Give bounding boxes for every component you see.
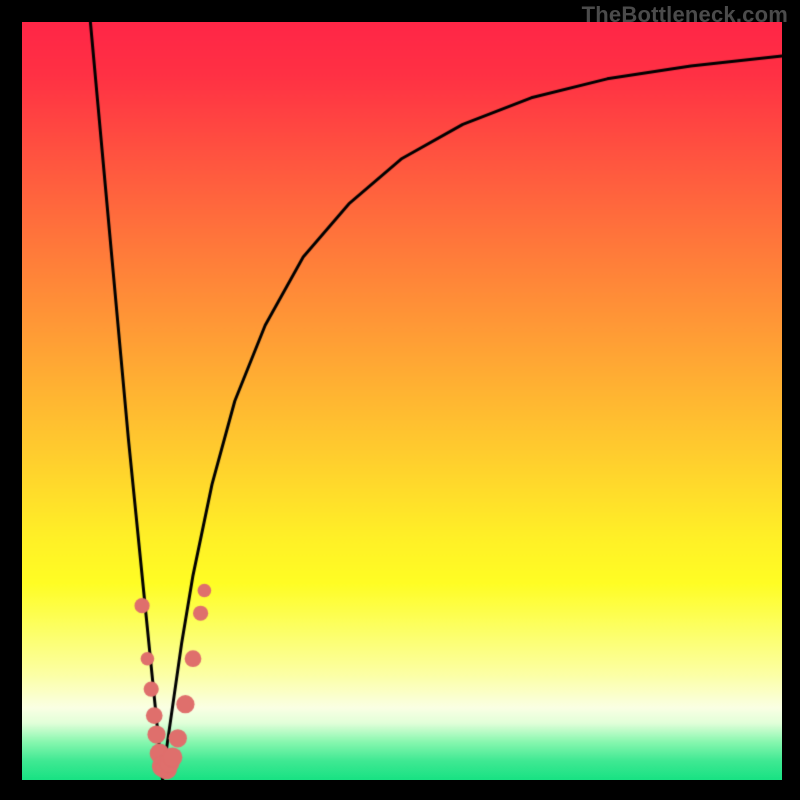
page-frame: TheBottleneck.com [0, 0, 800, 800]
watermark-text: TheBottleneck.com [582, 2, 788, 28]
scatter-dots [22, 22, 782, 780]
plot-area [22, 22, 782, 780]
